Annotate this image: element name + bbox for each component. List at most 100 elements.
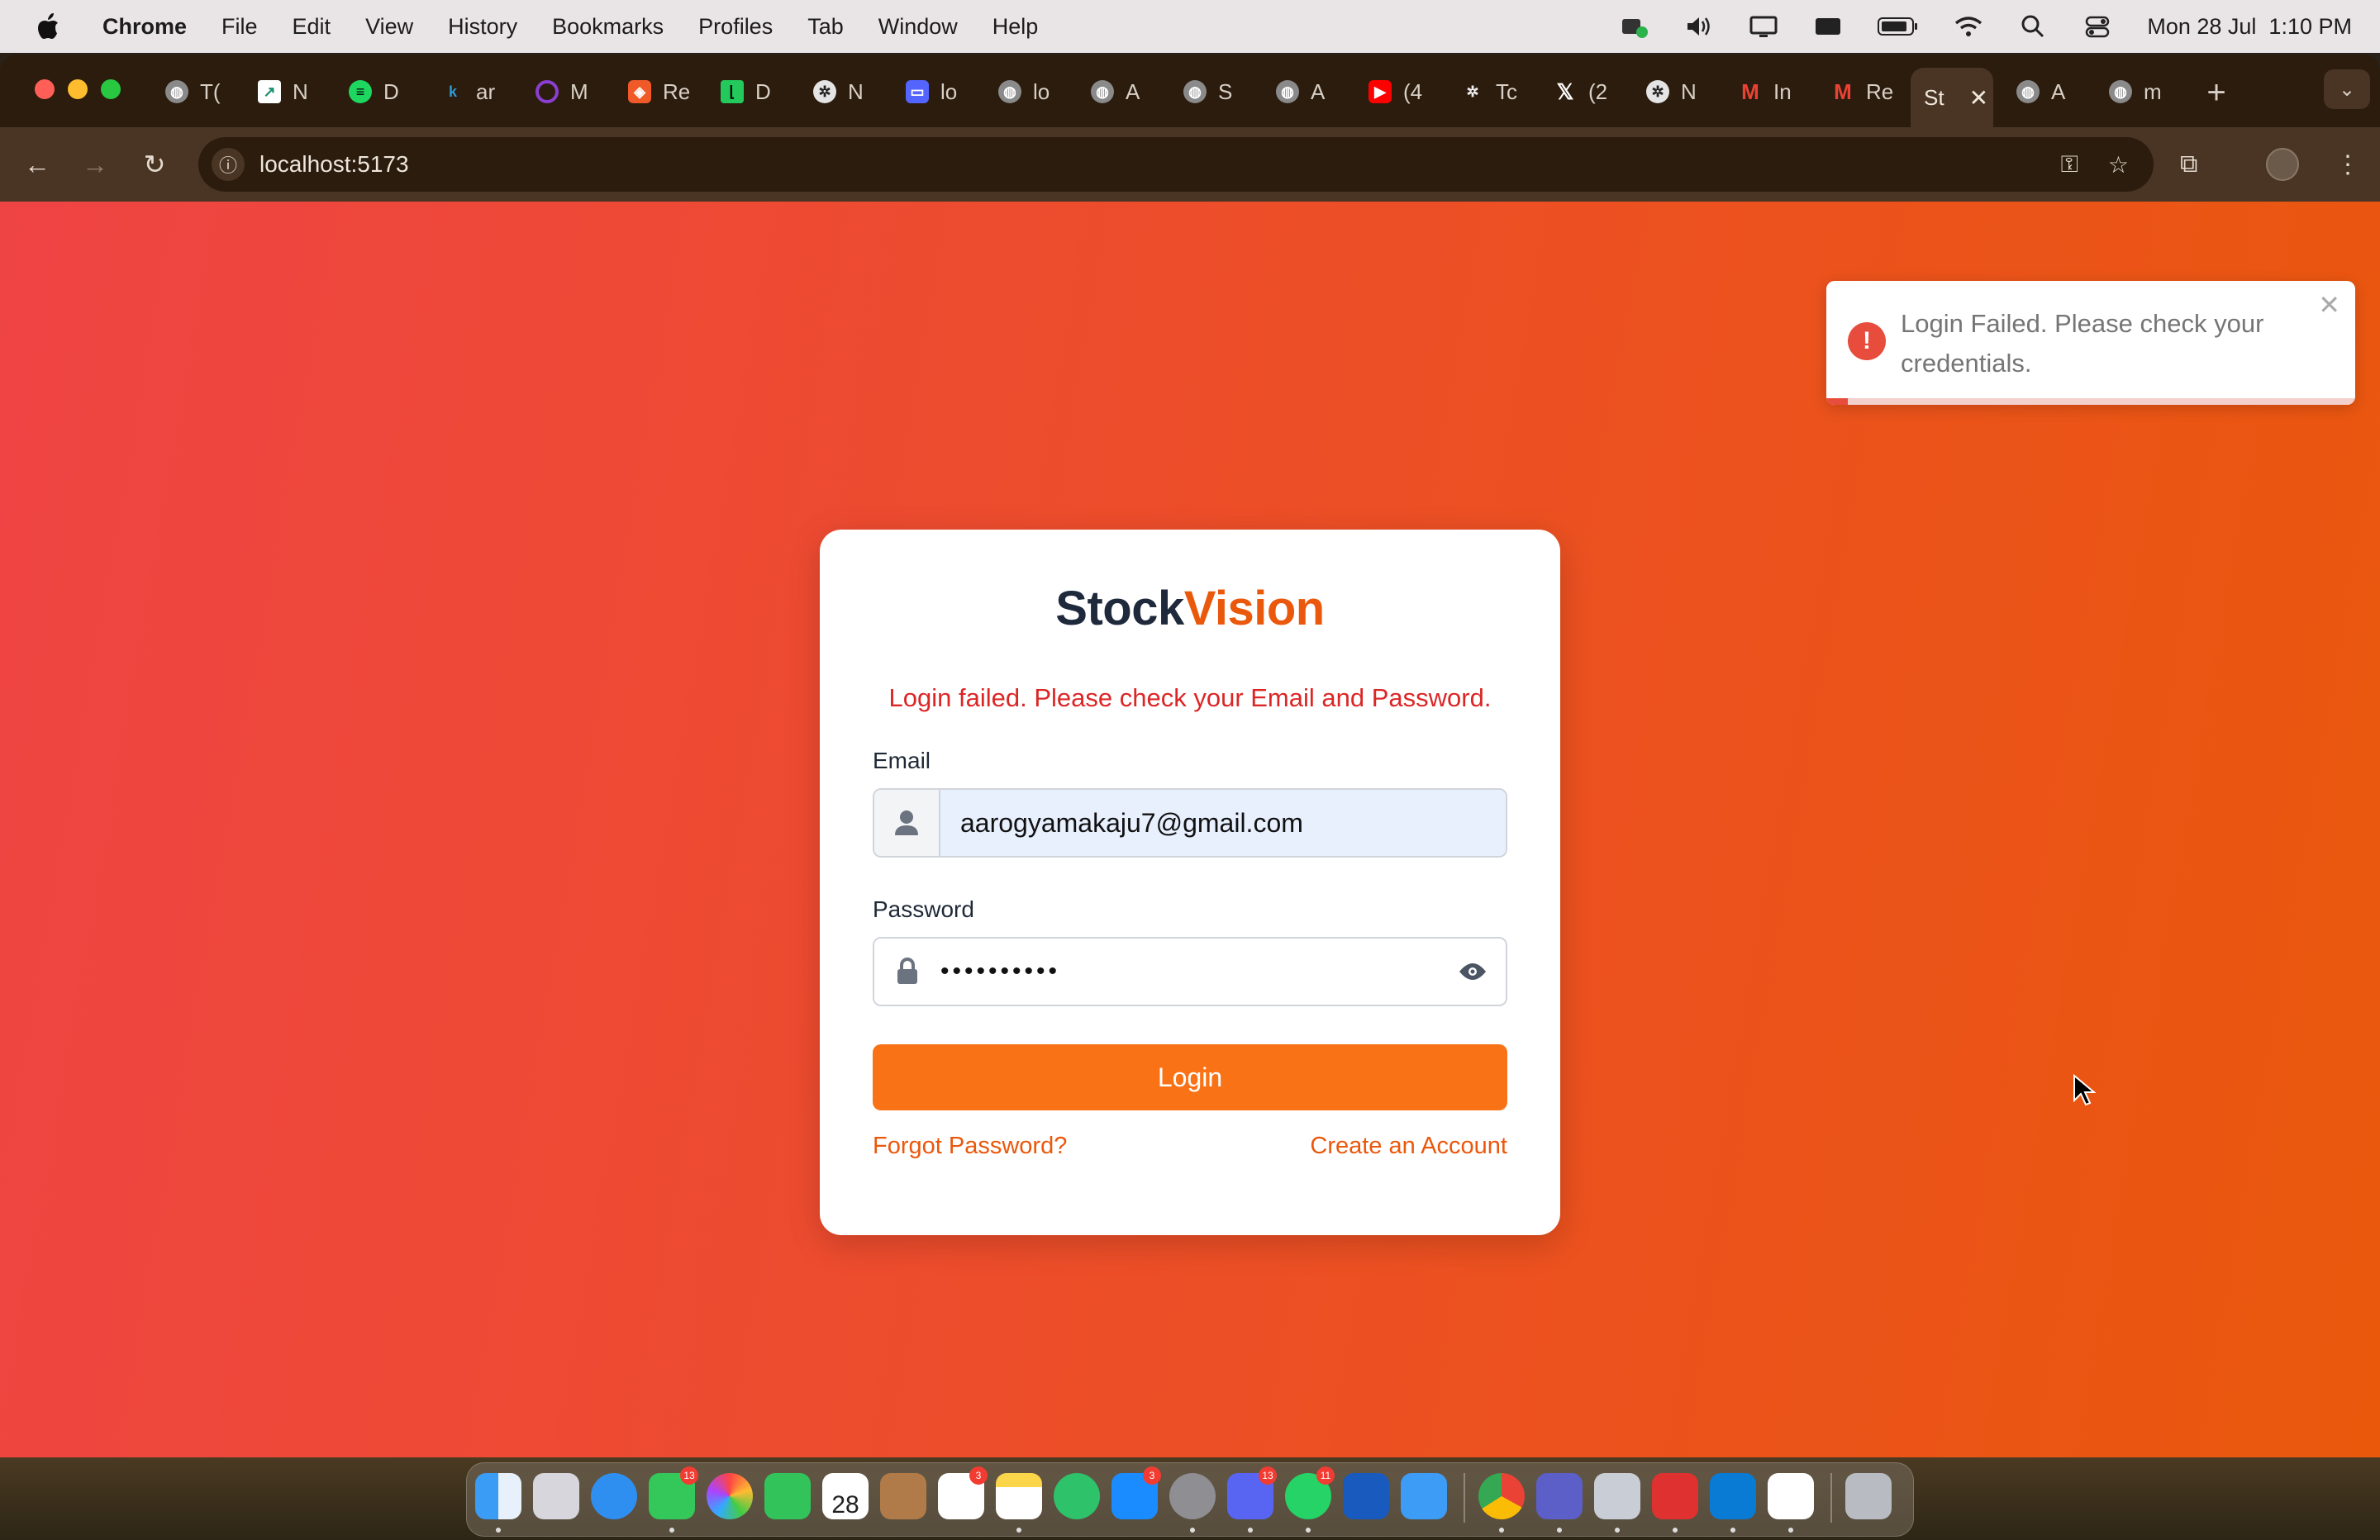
battery-icon[interactable]: [1878, 12, 1919, 41]
tab-16[interactable]: 𝕏 (2: [1554, 71, 1608, 112]
tab-6[interactable]: ◈ Re: [628, 71, 690, 112]
menu-window[interactable]: Window: [878, 14, 958, 40]
wifi-icon[interactable]: [1954, 12, 1983, 41]
back-arrow-icon[interactable]: ←: [18, 145, 56, 183]
teams-status-icon[interactable]: [1620, 12, 1649, 41]
safari-icon[interactable]: [591, 1473, 637, 1519]
chrome-menu-icon[interactable]: ⋮: [2335, 145, 2360, 183]
mongodb-compass-icon[interactable]: [1768, 1473, 1814, 1519]
tab-8[interactable]: ✲ N: [813, 71, 864, 112]
show-password-eye-icon[interactable]: [1440, 939, 1506, 1005]
tab-22[interactable]: ◍ m: [2109, 71, 2162, 112]
reload-icon[interactable]: ↻: [136, 145, 174, 183]
teams-icon[interactable]: [1536, 1473, 1583, 1519]
email-input[interactable]: aarogyamakaju7@gmail.com: [940, 790, 1506, 856]
address-url[interactable]: localhost:5173: [259, 151, 409, 178]
address-bar[interactable]: ⓘ localhost:5173 ⚿ ☆: [198, 137, 2154, 192]
control-center-icon[interactable]: [2082, 12, 2112, 41]
tab-15[interactable]: ✲ Tc: [1461, 71, 1517, 112]
tab-1[interactable]: ◍ T(: [165, 71, 221, 112]
finder-icon[interactable]: [475, 1473, 521, 1519]
tab-label: m: [2144, 78, 2162, 104]
preview-icon[interactable]: [1594, 1473, 1640, 1519]
extensions-puzzle-icon[interactable]: ⧉: [2180, 145, 2197, 183]
tab-label: A: [2051, 78, 2066, 104]
apple-icon[interactable]: [31, 10, 64, 43]
display-icon[interactable]: [1749, 12, 1778, 41]
menu-file[interactable]: File: [221, 14, 258, 40]
browser-window: ◍ T( ↗ N ≡ D k ar M ◈ Re ⌊ D ✲ N ▭ lo ◍ lo ◍ A ◍ S …: [0, 55, 2380, 1457]
calendar-icon[interactable]: 28: [822, 1473, 869, 1519]
tab-19[interactable]: M Re: [1831, 71, 1893, 112]
window-zoom-button[interactable]: [101, 79, 121, 99]
menu-view[interactable]: View: [365, 14, 413, 40]
trash-icon[interactable]: [1845, 1473, 1892, 1519]
profile-avatar[interactable]: [2266, 145, 2299, 183]
tab-active-stockvision[interactable]: St ✕: [1911, 68, 1993, 127]
launchpad-icon[interactable]: [533, 1473, 579, 1519]
tab-label: T(: [200, 78, 221, 104]
bookmark-star-icon[interactable]: ☆: [2108, 151, 2129, 178]
tab-3[interactable]: ≡ D: [349, 71, 399, 112]
tab-12[interactable]: ◍ S: [1183, 71, 1232, 112]
word-icon[interactable]: [1343, 1473, 1389, 1519]
laptop-icon: ▭: [906, 80, 929, 103]
tab-label: A: [1311, 78, 1326, 104]
photos-icon[interactable]: [707, 1473, 753, 1519]
tab-7[interactable]: ⌊ D: [721, 71, 771, 112]
login-button[interactable]: Login: [873, 1044, 1507, 1110]
menu-profiles[interactable]: Profiles: [698, 14, 773, 40]
tab-5[interactable]: M: [536, 71, 588, 112]
password-input[interactable]: ••••••••••: [940, 939, 1440, 1005]
tab-2[interactable]: ↗ N: [258, 71, 308, 112]
browser-toolbar: ← → ↻ ⓘ localhost:5173 ⚿ ☆ ⧉ ⋮: [0, 127, 2380, 202]
notes-icon[interactable]: [996, 1473, 1042, 1519]
forward-arrow-icon[interactable]: →: [76, 145, 114, 183]
globe-icon: ◍: [1091, 80, 1114, 103]
menu-help[interactable]: Help: [992, 14, 1039, 40]
weather-icon[interactable]: [1401, 1473, 1447, 1519]
menu-edit[interactable]: Edit: [293, 14, 331, 40]
password-field[interactable]: ••••••••••: [873, 937, 1507, 1006]
tab-4[interactable]: k ar: [441, 71, 495, 112]
menu-app-name[interactable]: Chrome: [102, 14, 187, 40]
menu-extra-icon[interactable]: [1813, 12, 1843, 41]
menu-bar-clock[interactable]: Mon 28 Jul 1:10 PM: [2147, 14, 2352, 40]
facetime-icon[interactable]: [764, 1473, 811, 1519]
site-info-icon[interactable]: ⓘ: [212, 148, 245, 181]
vscode-icon[interactable]: [1710, 1473, 1756, 1519]
window-minimize-button[interactable]: [68, 79, 88, 99]
tab-9[interactable]: ▭ lo: [906, 71, 957, 112]
menu-history[interactable]: History: [448, 14, 517, 40]
contacts-icon[interactable]: [880, 1473, 926, 1519]
tab-label: N: [293, 78, 308, 104]
avatar: [2266, 148, 2299, 181]
dev-tool-icon[interactable]: [1652, 1473, 1698, 1519]
forgot-password-link[interactable]: Forgot Password?: [873, 1133, 1067, 1160]
tab-11[interactable]: ◍ A: [1091, 71, 1140, 112]
chrome-icon[interactable]: [1478, 1473, 1525, 1519]
find-my-icon[interactable]: [1054, 1473, 1100, 1519]
tab-10[interactable]: ◍ lo: [998, 71, 1050, 112]
window-close-button[interactable]: [35, 79, 55, 99]
email-field[interactable]: aarogyamakaju7@gmail.com: [873, 788, 1507, 858]
password-key-icon[interactable]: ⚿: [2061, 151, 2078, 178]
menu-bookmarks[interactable]: Bookmarks: [552, 14, 664, 40]
user-icon: [874, 790, 940, 856]
tab-17[interactable]: ✲ N: [1646, 71, 1697, 112]
tab-18[interactable]: M In: [1739, 71, 1792, 112]
tab-21[interactable]: ◍ A: [2016, 71, 2065, 112]
create-account-link[interactable]: Create an Account: [1310, 1133, 1507, 1160]
tab-close-icon[interactable]: ✕: [1969, 84, 1988, 112]
toast-close-icon[interactable]: ✕: [2318, 289, 2340, 321]
new-tab-button[interactable]: +: [2198, 74, 2235, 112]
spotlight-search-icon[interactable]: [2018, 12, 2048, 41]
tab-label: St: [1924, 84, 1944, 110]
tab-13[interactable]: ◍ A: [1276, 71, 1325, 112]
tab-14[interactable]: ▶ (4: [1368, 71, 1422, 112]
system-settings-icon[interactable]: [1169, 1473, 1216, 1519]
menu-tab[interactable]: Tab: [807, 14, 844, 40]
tab-label: (4: [1403, 78, 1423, 104]
tab-search-chevron-icon[interactable]: ⌄: [2324, 69, 2370, 109]
volume-icon[interactable]: [1684, 12, 1714, 41]
